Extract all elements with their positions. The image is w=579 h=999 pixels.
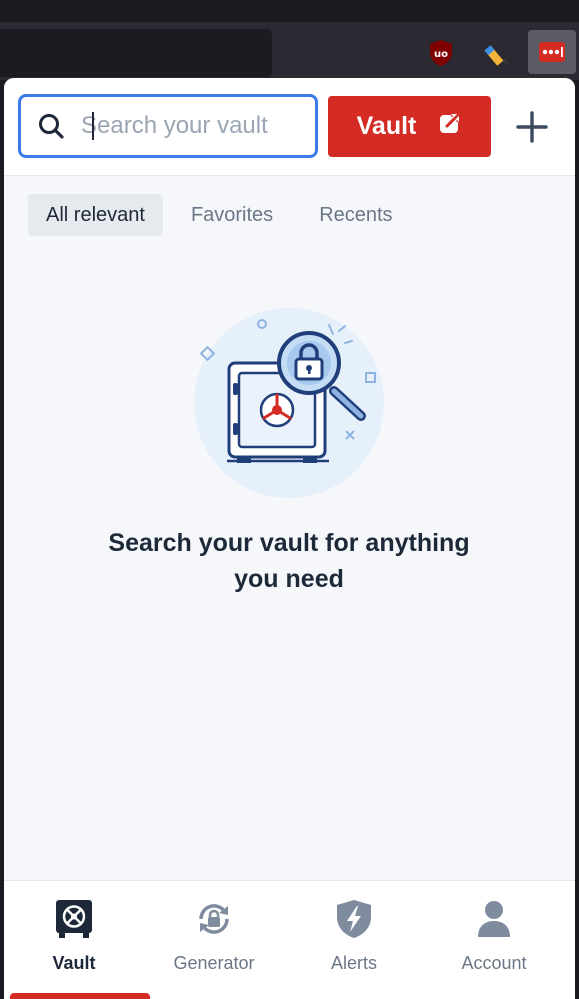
bottom-navigation: Vault Generator Alerts Account xyxy=(4,880,575,999)
nav-generator[interactable]: Generator xyxy=(144,881,284,999)
search-icon xyxy=(21,112,81,140)
alerts-icon xyxy=(336,897,372,941)
nav-alerts-label: Alerts xyxy=(330,953,377,973)
open-vault-button[interactable]: Vault xyxy=(328,96,491,157)
browser-url-bar[interactable] xyxy=(0,29,272,77)
tab-favorites[interactable]: Favorites xyxy=(173,194,291,236)
text-caret xyxy=(92,112,94,140)
svg-text:uo: uo xyxy=(434,49,448,60)
empty-state-line-1: Search your vault for anything xyxy=(108,529,470,557)
lastpass-popup: Vault All relevant Favorites Recents xyxy=(4,78,575,999)
account-icon xyxy=(477,897,511,941)
open-vault-label: Vault xyxy=(356,112,417,140)
tab-all-relevant[interactable]: All relevant xyxy=(28,194,163,236)
plus-icon xyxy=(516,110,548,143)
vault-icon xyxy=(55,897,93,941)
generator-icon xyxy=(195,897,233,941)
search-input[interactable] xyxy=(81,112,301,140)
nav-account[interactable]: Account xyxy=(424,881,564,999)
nav-account-label: Account xyxy=(461,953,527,973)
nav-vault[interactable]: Vault xyxy=(4,881,144,999)
active-tab-indicator xyxy=(10,993,150,999)
lastpass-extension-icon[interactable] xyxy=(528,30,576,74)
browser-toolbar: uo xyxy=(0,0,579,80)
ublock-extension-icon[interactable]: uo xyxy=(423,34,459,72)
vault-search-illustration xyxy=(189,303,389,503)
pen-extension-icon[interactable] xyxy=(479,34,515,72)
tab-recents[interactable]: Recents xyxy=(301,194,410,236)
add-item-button[interactable] xyxy=(504,96,560,157)
filter-tabs: All relevant Favorites Recents xyxy=(28,194,411,236)
nav-alerts[interactable]: Alerts xyxy=(284,881,424,999)
browser-tabstrip xyxy=(0,0,579,22)
popup-header: Vault xyxy=(4,78,575,176)
empty-state-message: Search your vault for anything you need xyxy=(64,525,514,597)
empty-state-line-2: you need xyxy=(234,565,344,593)
nav-vault-label: Vault xyxy=(52,953,96,973)
external-link-icon xyxy=(438,111,462,142)
search-box[interactable] xyxy=(18,94,318,158)
nav-generator-label: Generator xyxy=(173,953,255,973)
